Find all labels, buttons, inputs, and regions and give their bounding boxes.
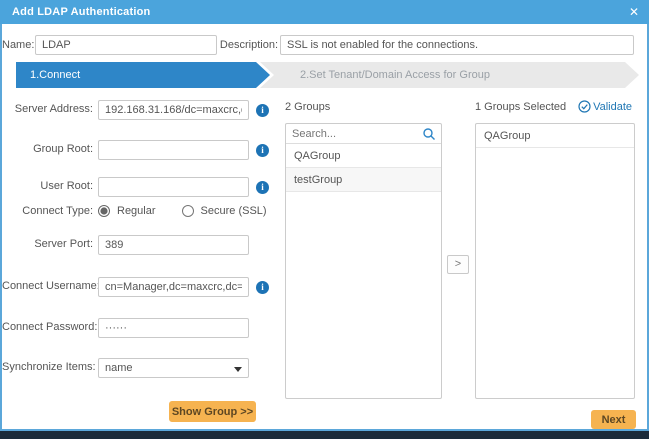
- validate-link[interactable]: Validate: [578, 100, 632, 113]
- name-input[interactable]: [35, 35, 217, 55]
- show-group-button[interactable]: Show Group >>: [169, 401, 256, 422]
- connect-type-regular-radio[interactable]: [98, 205, 110, 217]
- group-root-input[interactable]: [98, 140, 249, 160]
- connect-type-regular-label: Regular: [117, 205, 156, 217]
- connect-password-input[interactable]: [98, 318, 249, 338]
- connect-username-info-icon[interactable]: i: [256, 281, 269, 294]
- synchronize-items-label: Synchronize Items:: [2, 361, 96, 373]
- dialog-footer-bar: [0, 431, 649, 439]
- group-root-label: Group Root:: [33, 143, 93, 155]
- description-input[interactable]: [280, 35, 634, 55]
- add-ldap-authentication-dialog: Add LDAP Authentication ✕ Name: Descript…: [0, 0, 649, 439]
- server-port-label: Server Port:: [34, 238, 93, 250]
- groups-selected-label: 1 Groups Selected: [475, 101, 567, 113]
- server-port-input[interactable]: [98, 235, 249, 255]
- step-tab-tenant-domain-access[interactable]: 2.Set Tenant/Domain Access for Group: [260, 62, 639, 88]
- group-root-info-icon[interactable]: i: [256, 144, 269, 157]
- list-item[interactable]: QAGroup: [286, 144, 441, 168]
- validate-label: Validate: [593, 100, 632, 113]
- connect-type-label: Connect Type:: [22, 205, 93, 217]
- groups-listbox: QAGroup testGroup: [285, 123, 442, 399]
- next-button[interactable]: Next: [591, 410, 636, 429]
- user-root-input[interactable]: [98, 177, 249, 197]
- server-address-label: Server Address:: [14, 103, 93, 115]
- connect-type-ssl-radio[interactable]: [181, 205, 194, 217]
- dialog-title: Add LDAP Authentication: [12, 6, 151, 18]
- user-root-info-icon[interactable]: i: [256, 181, 269, 194]
- connect-username-label: Connect Username:: [2, 280, 100, 292]
- close-icon[interactable]: ✕: [629, 0, 639, 24]
- chevron-down-icon: [234, 367, 242, 372]
- validate-check-icon: [578, 100, 591, 113]
- step-tenant-label: 2.Set Tenant/Domain Access for Group: [300, 69, 490, 81]
- connect-username-input[interactable]: [98, 277, 249, 297]
- selected-groups-listbox: QAGroup: [475, 123, 635, 399]
- synchronize-items-value: name: [105, 362, 133, 374]
- name-label: Name:: [2, 39, 35, 51]
- groups-count-label: 2 Groups: [285, 101, 331, 113]
- groups-search: [286, 124, 441, 144]
- user-root-label: User Root:: [40, 180, 93, 192]
- server-address-info-icon[interactable]: i: [256, 104, 269, 117]
- server-address-input[interactable]: [98, 100, 249, 120]
- step-tab-connect[interactable]: 1.Connect: [16, 62, 270, 88]
- synchronize-items-select[interactable]: name: [98, 358, 249, 378]
- groups-search-input[interactable]: [286, 124, 441, 143]
- step-connect-label: 1.Connect: [30, 69, 81, 81]
- description-label: Description:: [219, 39, 278, 51]
- dialog-body: Name: Description: 1.Connect 2.Set Tenan…: [0, 24, 649, 431]
- list-item[interactable]: QAGroup: [476, 124, 634, 148]
- search-icon[interactable]: [422, 127, 436, 144]
- list-item[interactable]: testGroup: [286, 168, 441, 192]
- connect-type-ssl-label: Secure (SSL): [200, 205, 267, 217]
- dialog-titlebar: Add LDAP Authentication ✕: [0, 0, 649, 24]
- move-right-button[interactable]: >: [447, 255, 469, 274]
- connect-password-label: Connect Password:: [2, 321, 98, 333]
